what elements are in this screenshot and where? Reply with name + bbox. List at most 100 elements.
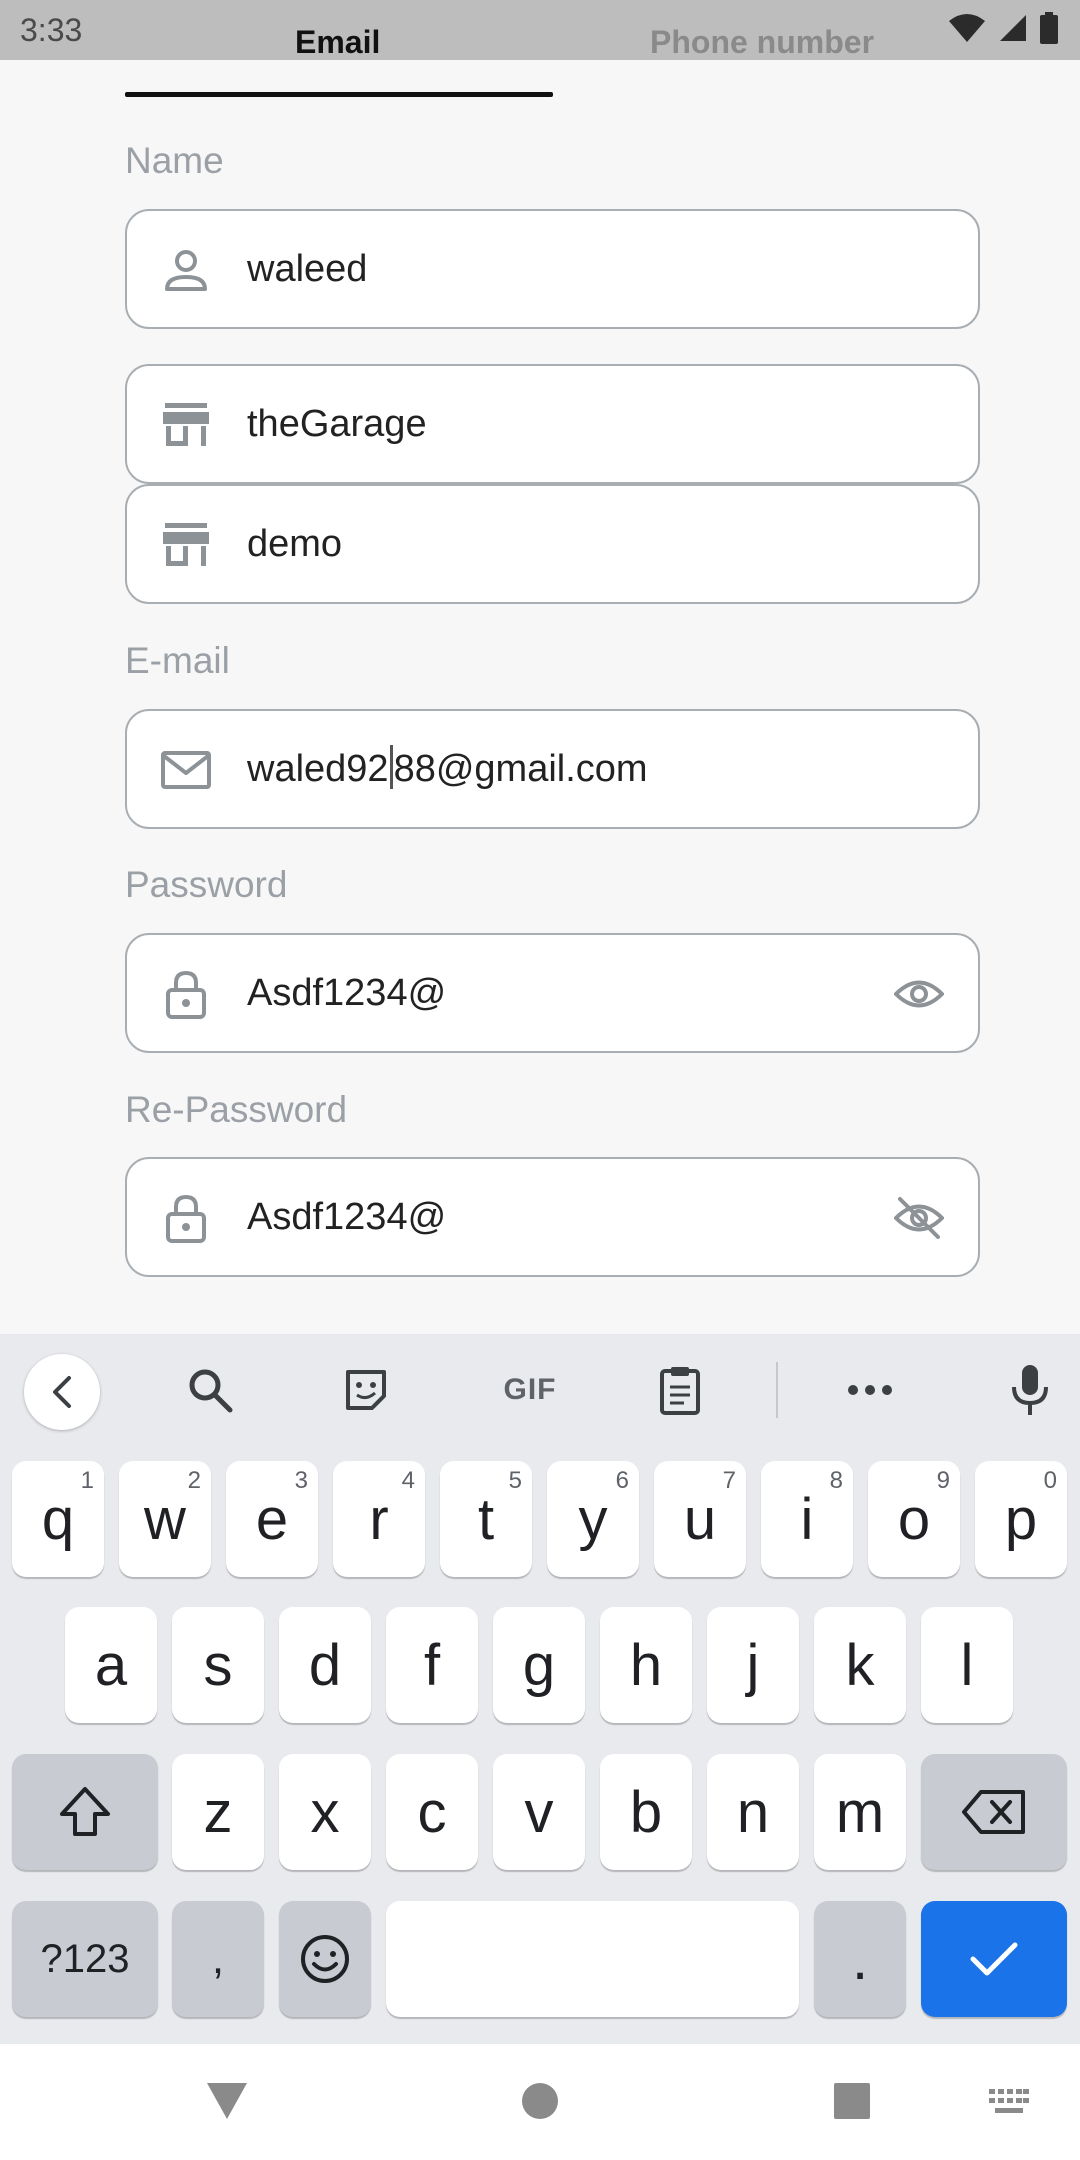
- key-label: u: [683, 1486, 717, 1552]
- password-field[interactable]: Asdf1234@: [125, 933, 980, 1053]
- key-label: r: [369, 1486, 389, 1552]
- key-i[interactable]: i8: [761, 1461, 853, 1577]
- keyboard-voice-button[interactable]: [998, 1358, 1062, 1422]
- key-u[interactable]: u7: [654, 1461, 746, 1577]
- key-d[interactable]: d: [279, 1607, 371, 1723]
- key-h[interactable]: h: [600, 1607, 692, 1723]
- key-hint: 6: [615, 1467, 629, 1494]
- comma-key[interactable]: ,: [172, 1901, 264, 2017]
- key-label: y: [578, 1486, 608, 1552]
- backspace-key[interactable]: [921, 1754, 1067, 1870]
- key-hint: 5: [508, 1467, 522, 1494]
- tab-email[interactable]: Email: [295, 24, 380, 61]
- key-y[interactable]: y6: [547, 1461, 639, 1577]
- key-label: ?123: [40, 1936, 130, 1981]
- key-label: f: [423, 1632, 441, 1698]
- name-field[interactable]: waleed: [125, 209, 980, 329]
- key-m[interactable]: m: [814, 1754, 906, 1870]
- eye-off-icon[interactable]: [894, 1195, 944, 1241]
- key-g[interactable]: g: [493, 1607, 585, 1723]
- keyboard-sticker-button[interactable]: [334, 1358, 398, 1422]
- shift-key[interactable]: [12, 1754, 158, 1870]
- emoji-icon: [301, 1935, 349, 1983]
- key-label: o: [897, 1486, 931, 1552]
- key-n[interactable]: n: [707, 1754, 799, 1870]
- key-j[interactable]: j: [707, 1607, 799, 1723]
- key-a[interactable]: a: [65, 1607, 157, 1723]
- key-label: z: [203, 1779, 233, 1845]
- recents-nav-icon[interactable]: [834, 2083, 870, 2119]
- key-l[interactable]: l: [921, 1607, 1013, 1723]
- key-e[interactable]: e3: [226, 1461, 318, 1577]
- status-icons: [948, 12, 1058, 44]
- store-field[interactable]: theGarage: [125, 364, 980, 484]
- keyboard-collapse-button[interactable]: [24, 1354, 100, 1430]
- key-k[interactable]: k: [814, 1607, 906, 1723]
- key-label: q: [41, 1486, 75, 1552]
- key-o[interactable]: o9: [868, 1461, 960, 1577]
- password-value: Asdf1234@: [247, 972, 447, 1014]
- lock-icon: [166, 970, 206, 1019]
- status-bar: 3:33: [0, 0, 1080, 60]
- keyboard-gif-button[interactable]: GIF: [488, 1358, 572, 1422]
- key-label: b: [629, 1779, 663, 1845]
- key-p[interactable]: p0: [975, 1461, 1067, 1577]
- key-v[interactable]: v: [493, 1754, 585, 1870]
- key-z[interactable]: z: [172, 1754, 264, 1870]
- done-key[interactable]: [921, 1901, 1067, 2017]
- key-r[interactable]: r4: [333, 1461, 425, 1577]
- key-w[interactable]: w2: [119, 1461, 211, 1577]
- email-field[interactable]: waled92 88@gmail.com: [125, 709, 980, 829]
- repassword-label: Re-Password: [125, 1089, 348, 1130]
- keyboard-toolbar: GIF: [0, 1334, 1080, 1444]
- repassword-value: Asdf1234@: [247, 1196, 447, 1238]
- key-label: i: [800, 1486, 814, 1552]
- key-f[interactable]: f: [386, 1607, 478, 1723]
- key-label: w: [144, 1486, 186, 1552]
- store-branch-value: demo: [247, 523, 343, 565]
- key-hint: 7: [722, 1467, 736, 1494]
- home-nav-icon[interactable]: [521, 2082, 559, 2120]
- key-q[interactable]: q1: [12, 1461, 104, 1577]
- key-label: n: [736, 1779, 770, 1845]
- eye-icon[interactable]: [894, 971, 944, 1017]
- microphone-icon: [1012, 1365, 1048, 1415]
- chevron-left-icon: [53, 1376, 71, 1408]
- key-c[interactable]: c: [386, 1754, 478, 1870]
- repassword-field[interactable]: Asdf1234@: [125, 1157, 980, 1277]
- clipboard-icon: [660, 1367, 700, 1415]
- name-label: Name: [125, 140, 224, 181]
- keyboard-more-button[interactable]: [838, 1358, 902, 1422]
- keyboard-search-button[interactable]: [178, 1358, 242, 1422]
- wifi-icon: [949, 14, 985, 42]
- name-value: waleed: [247, 248, 368, 290]
- back-nav-icon[interactable]: [205, 2081, 249, 2121]
- tab-indicator: [125, 92, 553, 97]
- key-hint: 0: [1043, 1467, 1057, 1494]
- symbols-key[interactable]: ?123: [12, 1901, 158, 2017]
- key-hint: 8: [829, 1467, 843, 1494]
- key-x[interactable]: x: [279, 1754, 371, 1870]
- navigation-bar: [0, 2044, 1080, 2160]
- period-key[interactable]: .: [814, 1901, 906, 2017]
- soft-keyboard: GIF q1 w2 e3 r4 t5 y6 u7 i8 o9 p0 a s d …: [0, 1334, 1080, 2044]
- emoji-key[interactable]: [279, 1901, 371, 2017]
- tab-phone-number[interactable]: Phone number: [650, 24, 874, 61]
- shift-icon: [60, 1787, 110, 1836]
- key-label: p: [1004, 1486, 1038, 1552]
- store-icon: [163, 403, 209, 446]
- password-label: Password: [125, 864, 288, 905]
- key-s[interactable]: s: [172, 1607, 264, 1723]
- status-time: 3:33: [20, 12, 83, 48]
- email-label: E-mail: [125, 640, 230, 681]
- key-hint: 1: [80, 1467, 94, 1494]
- key-b[interactable]: b: [600, 1754, 692, 1870]
- battery-icon: [1040, 12, 1058, 44]
- key-t[interactable]: t5: [440, 1461, 532, 1577]
- store-branch-field[interactable]: demo: [125, 484, 980, 604]
- keyboard-clipboard-button[interactable]: [648, 1358, 712, 1422]
- space-key[interactable]: [386, 1901, 799, 2017]
- person-icon: [165, 250, 207, 291]
- keyboard-switch-icon[interactable]: [989, 2089, 1029, 2117]
- key-label: j: [746, 1632, 760, 1698]
